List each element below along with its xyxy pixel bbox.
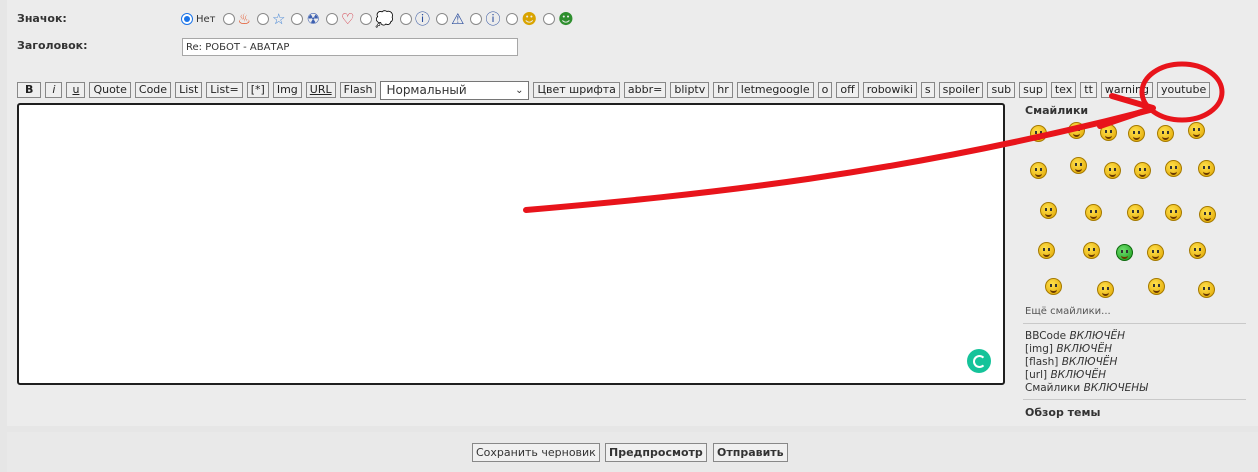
smiley-icon[interactable] xyxy=(1097,281,1114,298)
grammarly-icon[interactable] xyxy=(967,349,991,373)
smiley-icon[interactable] xyxy=(1165,204,1182,221)
question-icon: ⓘ xyxy=(415,9,431,28)
smiley-icon[interactable] xyxy=(1198,281,1215,298)
icon-radio-star[interactable] xyxy=(256,13,269,25)
radiation-icon: ☢ xyxy=(306,9,320,28)
info-icon: ⓘ xyxy=(485,9,501,28)
list-ordered-button[interactable]: List= xyxy=(206,82,243,98)
smilies-title: Смайлики xyxy=(1025,104,1089,117)
bold-button[interactable]: B xyxy=(17,82,42,98)
smiley-icon[interactable] xyxy=(1134,162,1151,179)
sup-button[interactable]: sup xyxy=(1019,82,1047,98)
icon-radio-heart[interactable] xyxy=(325,13,338,25)
smiley-icon[interactable] xyxy=(1040,202,1057,219)
icon-radio-fire[interactable] xyxy=(222,13,235,25)
smiley-icon[interactable] xyxy=(1038,242,1055,259)
icon-label: Значок: xyxy=(17,12,67,25)
robowiki-button[interactable]: robowiki xyxy=(862,82,917,98)
img-button[interactable]: Img xyxy=(272,82,302,98)
topic-review-link[interactable]: Обзор темы xyxy=(1025,406,1100,419)
icon-radio-speech[interactable] xyxy=(360,13,373,25)
tex-button[interactable]: tex xyxy=(1050,82,1077,98)
list-item-button[interactable]: [*] xyxy=(246,82,269,98)
icon-none-label: Нет xyxy=(196,13,216,25)
smiley-icon[interactable] xyxy=(1147,244,1164,261)
list-button[interactable]: List xyxy=(175,82,203,98)
url-status: [url] ВКЛЮЧЁН xyxy=(1025,369,1107,381)
off-button[interactable]: off xyxy=(836,82,859,98)
smiley-icon[interactable] xyxy=(1100,124,1117,141)
save-draft-button[interactable]: Сохранить черновик xyxy=(472,443,600,462)
smiley-icon[interactable] xyxy=(1127,204,1144,221)
o-button[interactable]: o xyxy=(817,82,833,98)
font-color-button[interactable]: Цвет шрифта xyxy=(533,82,620,98)
subject-input[interactable]: Re: РОБОТ - АВАТАР xyxy=(182,38,518,56)
warning-button[interactable]: warning xyxy=(1100,82,1153,98)
abbr-button[interactable]: abbr= xyxy=(623,82,667,98)
smiley-icon[interactable] xyxy=(1128,125,1145,142)
warning-icon: ⚠ xyxy=(451,9,465,28)
submit-button[interactable]: Отправить xyxy=(713,443,788,462)
bliptv-button[interactable]: bliptv xyxy=(670,82,710,98)
bbcode-status: BBCode ВКЛЮЧЁН xyxy=(1025,330,1126,342)
quote-button[interactable]: Quote xyxy=(89,82,131,98)
code-button[interactable]: Code xyxy=(134,82,172,98)
smiley-icon[interactable] xyxy=(1083,242,1100,259)
divider xyxy=(1023,323,1246,324)
grin-smiley-icon: ☻ xyxy=(558,9,574,28)
smiley-icon[interactable] xyxy=(1070,157,1087,174)
wink-smiley-icon: ☻ xyxy=(521,9,538,28)
subject-label: Заголовок: xyxy=(17,39,88,52)
icon-radio-warning[interactable] xyxy=(436,13,449,25)
star-icon: ☆ xyxy=(271,9,286,28)
speech-bubble-icon: 💭 xyxy=(375,9,394,28)
bbcode-toolbar: B i u Quote Code List List= [*] Img URL … xyxy=(17,80,1214,100)
icon-radio-grin[interactable] xyxy=(543,13,556,25)
font-size-select[interactable]: Нормальный ⌄ xyxy=(380,80,530,100)
smiley-icon[interactable] xyxy=(1148,278,1165,295)
smiley-icon[interactable] xyxy=(1045,278,1062,295)
youtube-button[interactable]: youtube xyxy=(1156,82,1211,98)
message-textarea[interactable] xyxy=(17,103,1005,385)
smiley-icon[interactable] xyxy=(1030,125,1047,142)
chevron-down-icon: ⌄ xyxy=(515,84,524,96)
icon-radio-info[interactable] xyxy=(470,13,483,25)
url-button[interactable]: URL xyxy=(305,82,336,98)
smiley-icon[interactable] xyxy=(1165,160,1182,177)
smiley-icon[interactable] xyxy=(1104,162,1121,179)
icon-radio-radiation[interactable] xyxy=(291,13,304,25)
fire-icon: ♨ xyxy=(237,9,251,28)
sub-button[interactable]: sub xyxy=(987,82,1016,98)
img-status: [img] ВКЛЮЧЁН xyxy=(1025,343,1112,355)
smiley-icon[interactable] xyxy=(1085,204,1102,221)
smiley-icon[interactable] xyxy=(1198,160,1215,177)
spoiler-button[interactable]: spoiler xyxy=(938,82,984,98)
flash-button[interactable]: Flash xyxy=(339,82,377,98)
preview-button[interactable]: Предпросмотр xyxy=(605,443,707,462)
more-smilies-link[interactable]: Ещё смайлики... xyxy=(1025,306,1111,317)
letmegoogle-button[interactable]: letmegoogle xyxy=(736,82,814,98)
smiley-icon[interactable] xyxy=(1116,244,1133,261)
smiley-icon[interactable] xyxy=(1030,162,1047,179)
heart-icon: ♡ xyxy=(340,9,355,28)
smiley-icon[interactable] xyxy=(1189,242,1206,259)
icon-radio-wink[interactable] xyxy=(506,13,519,25)
posting-rules: BBCode ВКЛЮЧЁН [img] ВКЛЮЧЁН [flash] ВКЛ… xyxy=(1025,330,1148,395)
smiley-icon[interactable] xyxy=(1068,122,1085,139)
italic-button[interactable]: i xyxy=(45,82,63,98)
smiley-icon[interactable] xyxy=(1199,206,1216,223)
s-button[interactable]: s xyxy=(920,82,935,98)
hr-button[interactable]: hr xyxy=(713,82,733,98)
font-size-value: Нормальный xyxy=(386,83,467,97)
underline-button[interactable]: u xyxy=(66,82,86,98)
icon-radio-question[interactable] xyxy=(400,13,412,25)
smiley-icon[interactable] xyxy=(1157,125,1174,142)
smilies-status: Смайлики ВКЛЮЧЕНЫ xyxy=(1025,382,1148,394)
divider xyxy=(1023,399,1246,400)
tt-button[interactable]: tt xyxy=(1080,82,1097,98)
post-icon-selector: Нет ♨ ☆ ☢ ♡ 💭 ⓘ ⚠ ⓘ ☻ ☻ xyxy=(181,10,580,28)
smiley-icon[interactable] xyxy=(1188,122,1205,139)
icon-radio-none[interactable] xyxy=(181,13,193,25)
flash-status: [flash] ВКЛЮЧЁН xyxy=(1025,356,1118,368)
